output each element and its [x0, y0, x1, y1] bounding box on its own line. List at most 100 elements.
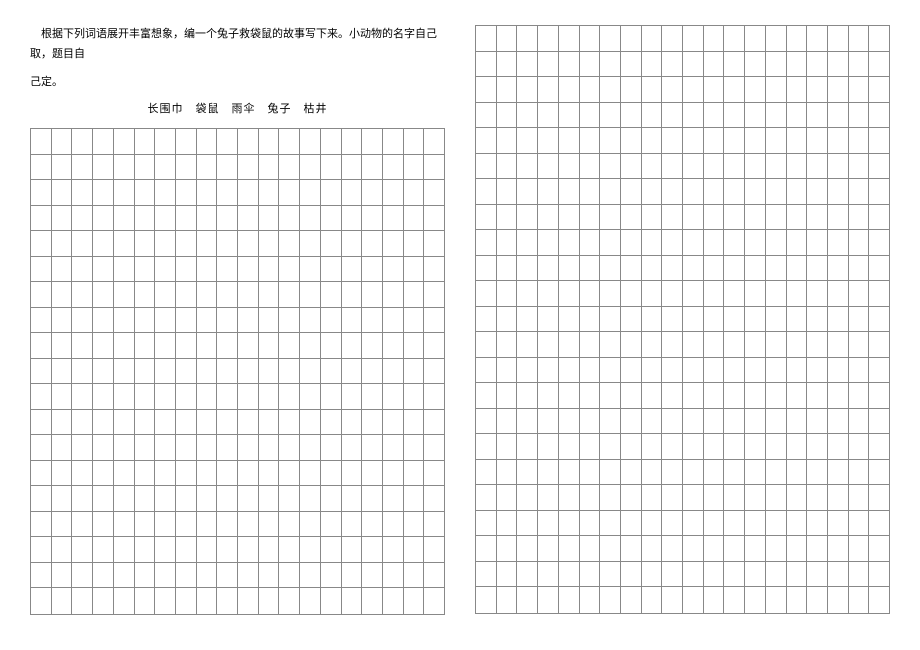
grid-cell: [72, 257, 93, 282]
grid-cell: [745, 358, 766, 383]
grid-row: [476, 154, 889, 180]
grid-cell: [342, 410, 363, 435]
grid-cell: [828, 511, 849, 536]
grid-cell: [642, 587, 663, 613]
grid-cell: [704, 383, 725, 408]
grid-cell: [642, 511, 663, 536]
grid-cell: [787, 230, 808, 255]
grid-cell: [828, 434, 849, 459]
grid-cell: [72, 588, 93, 614]
grid-cell: [621, 434, 642, 459]
grid-cell: [424, 537, 444, 562]
grid-cell: [476, 179, 497, 204]
grid-cell: [580, 587, 601, 613]
grid-cell: [217, 129, 238, 154]
grid-cell: [787, 307, 808, 332]
grid-cell: [538, 332, 559, 357]
grid-cell: [600, 332, 621, 357]
grid-cell: [642, 103, 663, 128]
grid-cell: [621, 383, 642, 408]
writing-grid-right: [475, 25, 890, 614]
grid-cell: [580, 485, 601, 510]
grid-cell: [517, 281, 538, 306]
grid-cell: [362, 308, 383, 333]
left-column: 根据下列词语展开丰富想象，编一个兔子救袋鼠的故事写下来。小动物的名字自己取，题目…: [30, 25, 445, 615]
grid-cell: [155, 155, 176, 180]
grid-cell: [404, 333, 425, 358]
grid-cell: [642, 409, 663, 434]
grid-cell: [828, 52, 849, 77]
grid-cell: [869, 205, 889, 230]
grid-cell: [342, 129, 363, 154]
grid-cell: [155, 257, 176, 282]
grid-row: [476, 77, 889, 103]
grid-cell: [93, 206, 114, 231]
grid-cell: [362, 231, 383, 256]
grid-cell: [517, 256, 538, 281]
grid-cell: [497, 26, 518, 51]
grid-cell: [362, 129, 383, 154]
grid-cell: [787, 409, 808, 434]
grid-cell: [787, 103, 808, 128]
grid-cell: [559, 230, 580, 255]
grid-cell: [662, 103, 683, 128]
grid-cell: [621, 179, 642, 204]
grid-cell: [114, 512, 135, 537]
page-container: 根据下列词语展开丰富想象，编一个兔子救袋鼠的故事写下来。小动物的名字自己取，题目…: [0, 0, 920, 640]
grid-cell: [849, 179, 870, 204]
grid-cell: [238, 155, 259, 180]
grid-row: [476, 205, 889, 231]
grid-cell: [849, 281, 870, 306]
grid-cell: [828, 77, 849, 102]
grid-cell: [383, 206, 404, 231]
grid-cell: [807, 77, 828, 102]
grid-cell: [807, 179, 828, 204]
grid-cell: [828, 154, 849, 179]
grid-cell: [849, 103, 870, 128]
grid-cell: [704, 460, 725, 485]
grid-cell: [155, 129, 176, 154]
grid-cell: [559, 409, 580, 434]
grid-cell: [197, 359, 218, 384]
grid-cell: [497, 256, 518, 281]
grid-cell: [135, 461, 156, 486]
grid-cell: [642, 77, 663, 102]
grid-cell: [580, 511, 601, 536]
grid-cell: [383, 384, 404, 409]
grid-cell: [424, 231, 444, 256]
grid-cell: [300, 282, 321, 307]
grid-cell: [135, 384, 156, 409]
grid-row: [476, 103, 889, 129]
grid-cell: [404, 435, 425, 460]
grid-cell: [828, 383, 849, 408]
grid-cell: [807, 562, 828, 587]
grid-cell: [300, 384, 321, 409]
grid-cell: [321, 435, 342, 460]
grid-cell: [662, 587, 683, 613]
grid-row: [31, 129, 444, 155]
grid-cell: [404, 588, 425, 614]
grid-cell: [662, 562, 683, 587]
grid-row: [476, 409, 889, 435]
grid-cell: [704, 179, 725, 204]
grid-cell: [600, 281, 621, 306]
grid-cell: [559, 128, 580, 153]
grid-cell: [72, 180, 93, 205]
grid-cell: [300, 537, 321, 562]
grid-cell: [383, 231, 404, 256]
grid-cell: [600, 307, 621, 332]
grid-cell: [114, 180, 135, 205]
grid-cell: [766, 154, 787, 179]
grid-cell: [135, 282, 156, 307]
grid-cell: [538, 307, 559, 332]
grid-cell: [383, 129, 404, 154]
grid-cell: [580, 281, 601, 306]
grid-cell: [621, 307, 642, 332]
grid-cell: [52, 129, 73, 154]
grid-cell: [580, 460, 601, 485]
grid-cell: [114, 461, 135, 486]
grid-cell: [580, 256, 601, 281]
grid-cell: [52, 180, 73, 205]
grid-cell: [642, 383, 663, 408]
grid-cell: [807, 205, 828, 230]
